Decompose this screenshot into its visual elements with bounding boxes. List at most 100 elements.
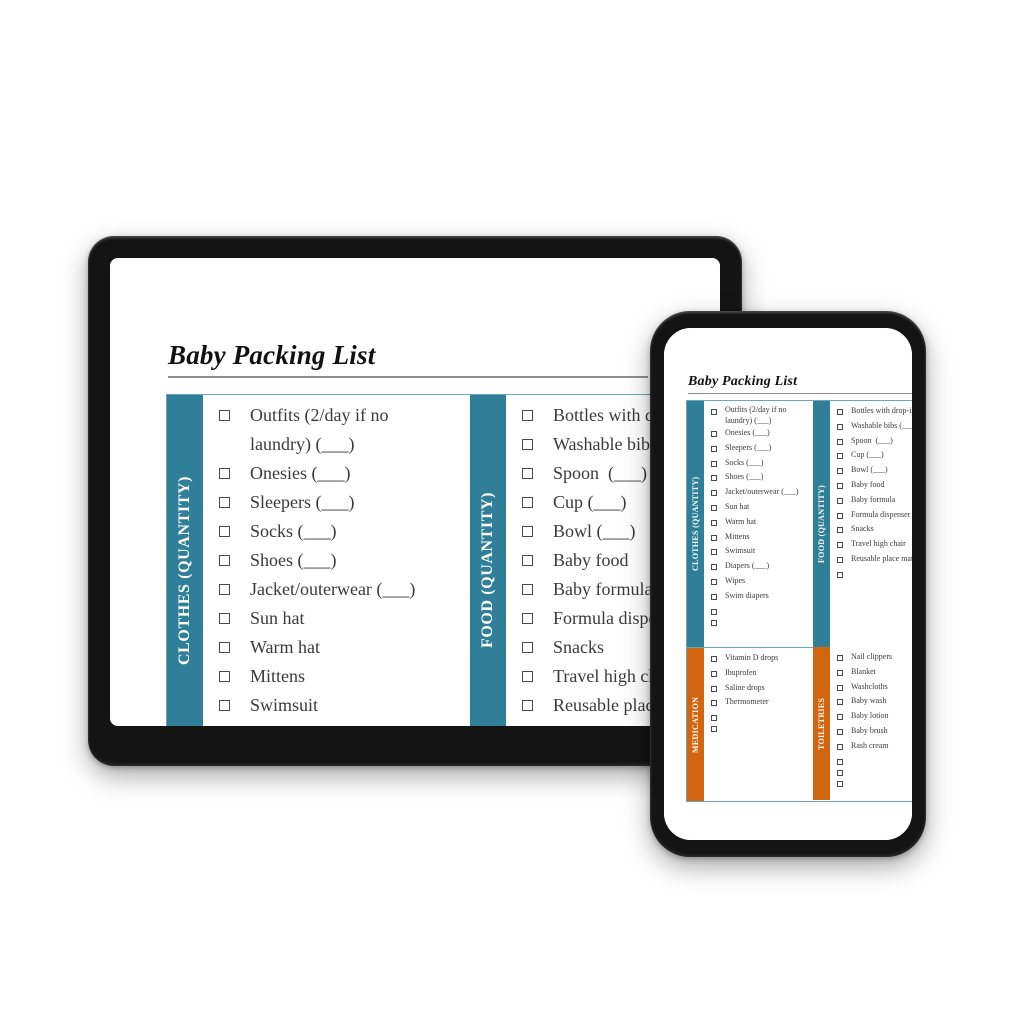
list-item[interactable]: Ibuprofen [704,666,813,681]
list-item[interactable]: Bowl (___) [830,463,912,478]
checkbox-icon[interactable] [837,669,843,676]
list-item[interactable]: Reusable place mat [830,552,912,567]
list-item[interactable]: Thermometer [704,695,813,710]
list-item[interactable]: Snacks [830,522,912,537]
list-item[interactable]: Vitamin D drops [704,651,813,666]
checkbox-icon[interactable] [837,743,843,750]
list-item[interactable] [830,776,912,787]
checkbox-icon[interactable] [711,593,717,600]
list-item[interactable]: Baby formula [830,493,912,508]
list-item[interactable]: Baby lotion [830,709,912,724]
checkbox-icon[interactable] [522,468,533,479]
checkbox-icon[interactable] [522,497,533,508]
checkbox-icon[interactable] [219,584,230,595]
checkbox-icon[interactable] [837,684,843,691]
list-item[interactable]: Diapers (___) [704,559,813,574]
list-item[interactable]: Travel high chair [830,537,912,552]
list-item[interactable]: Saline drops [704,681,813,696]
checkbox-icon[interactable] [837,468,843,475]
checkbox-icon[interactable] [837,780,843,787]
checkbox-icon[interactable] [711,445,717,452]
list-item[interactable]: Baby brush [830,724,912,739]
list-item[interactable]: Wipes [704,574,813,589]
checkbox-icon[interactable] [837,512,843,519]
checkbox-icon[interactable] [711,460,717,467]
checkbox-icon[interactable] [219,671,230,682]
list-item[interactable]: Formula dispenser [830,508,912,523]
checkbox-icon[interactable] [522,439,533,450]
checkbox-icon[interactable] [522,671,533,682]
list-item[interactable]: Cup (___) [830,448,912,463]
checkbox-icon[interactable] [837,527,843,534]
list-item[interactable]: Washcloths [830,680,912,695]
list-item[interactable]: Warm hat [704,515,813,530]
checkbox-icon[interactable] [837,497,843,504]
list-item[interactable]: Shoes (___) [704,470,813,485]
list-item[interactable]: Spoon (___) [830,434,912,449]
checkbox-icon[interactable] [711,726,717,733]
checkbox-icon[interactable] [522,613,533,624]
checkbox-icon[interactable] [711,700,717,707]
checkbox-icon[interactable] [522,555,533,566]
checkbox-icon[interactable] [711,549,717,556]
list-item[interactable] [830,754,912,765]
checkbox-icon[interactable] [522,410,533,421]
list-item[interactable]: Blanket [830,665,912,680]
list-item[interactable]: Outfits (2/day if no laundry) (___) [203,401,470,459]
list-item[interactable]: Baby wash [830,694,912,709]
checkbox-icon[interactable] [219,555,230,566]
checkbox-icon[interactable] [522,584,533,595]
list-item[interactable]: Onesies (___) [704,426,813,441]
checkbox-icon[interactable] [219,468,230,479]
checkbox-icon[interactable] [219,526,230,537]
checkbox-icon[interactable] [522,642,533,653]
checkbox-icon[interactable] [219,613,230,624]
list-item[interactable]: Baby food [830,478,912,493]
checkbox-icon[interactable] [711,475,717,482]
checkbox-icon[interactable] [837,655,843,661]
checkbox-icon[interactable] [837,423,843,430]
list-item[interactable]: Outfits (2/day if no laundry) (___) [704,404,813,426]
checkbox-icon[interactable] [837,556,843,563]
list-item[interactable]: Jacket/outerwear (___) [704,485,813,500]
list-item[interactable]: Mittens [704,530,813,545]
list-item[interactable]: Onesies (___) [203,459,470,488]
list-item[interactable]: Nail clippers [830,650,912,665]
checkbox-icon[interactable] [837,714,843,721]
list-item[interactable]: Shoes (___) [203,546,470,575]
checkbox-icon[interactable] [837,453,843,460]
list-item[interactable]: Sun hat [704,500,813,515]
list-item[interactable]: Socks (___) [704,456,813,471]
list-item[interactable]: Socks (___) [203,517,470,546]
checkbox-icon[interactable] [837,482,843,489]
checkbox-icon[interactable] [711,656,717,662]
list-item[interactable]: Warm hat [203,633,470,662]
checkbox-icon[interactable] [522,526,533,537]
checkbox-icon[interactable] [219,410,230,421]
checkbox-icon[interactable] [837,542,843,549]
checkbox-icon[interactable] [711,431,717,437]
checkbox-icon[interactable] [711,409,717,415]
checkbox-icon[interactable] [711,670,717,677]
list-item[interactable]: Diapers (___) [203,720,470,726]
list-item[interactable]: Sleepers (___) [203,488,470,517]
list-item[interactable] [704,604,813,615]
list-item[interactable] [830,567,912,578]
checkbox-icon[interactable] [837,699,843,706]
checkbox-icon[interactable] [837,438,843,445]
checkbox-icon[interactable] [711,534,717,541]
checkbox-icon[interactable] [837,571,843,578]
checkbox-icon[interactable] [219,700,230,711]
list-item[interactable]: Washable bibs (___) [830,419,912,434]
list-item[interactable]: Rash cream [830,739,912,754]
checkbox-icon[interactable] [711,519,717,526]
list-item[interactable]: Jacket/outerwear (___) [203,575,470,604]
checkbox-icon[interactable] [711,619,717,626]
list-item[interactable]: Swimsuit [203,691,470,720]
checkbox-icon[interactable] [711,564,717,571]
list-item[interactable]: Sun hat [203,604,470,633]
checkbox-icon[interactable] [219,642,230,653]
list-item[interactable] [704,710,813,722]
list-item[interactable] [830,765,912,776]
checkbox-icon[interactable] [837,728,843,735]
